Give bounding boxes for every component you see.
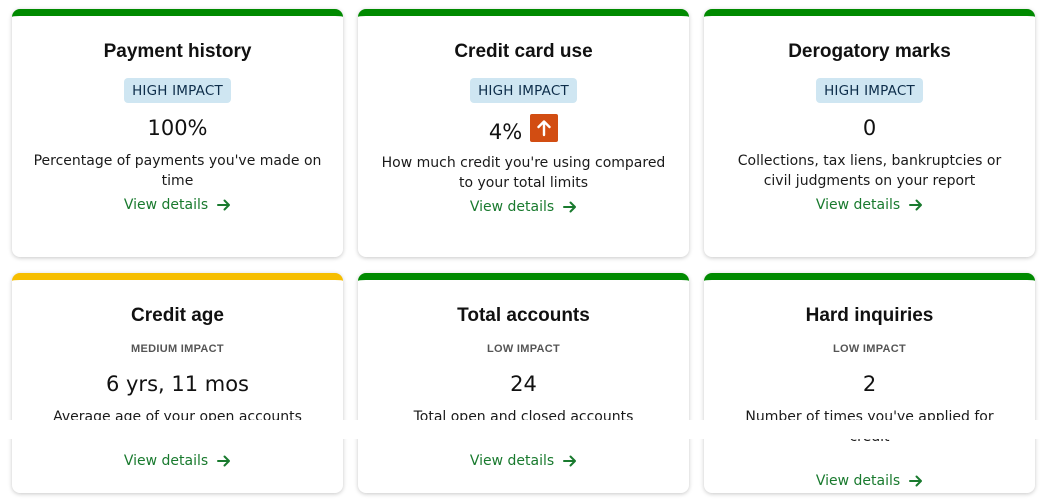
factor-card-derogatory-marks: Derogatory marks HIGH IMPACT 0 Collectio… — [704, 9, 1035, 257]
impact-label: LOW IMPACT — [832, 343, 907, 355]
impact-badge: HIGH IMPACT — [124, 78, 231, 103]
arrow-right-icon — [563, 201, 577, 213]
card-title: Credit age — [131, 305, 224, 326]
view-details-link[interactable]: View details — [470, 453, 577, 469]
impact-label: MEDIUM IMPACT — [131, 343, 224, 355]
view-details-label: View details — [123, 453, 209, 469]
factor-card-credit-card-use: Credit card use HIGH IMPACT 4% How much … — [358, 9, 689, 257]
value-row: 24 — [510, 372, 537, 396]
view-details-label: View details — [815, 473, 901, 489]
value-row: 0 — [863, 116, 876, 140]
view-details-label: View details — [123, 197, 209, 213]
view-details-label: View details — [469, 199, 555, 215]
card-title: Credit card use — [454, 41, 593, 62]
card-title: Total accounts — [457, 305, 590, 326]
arrow-right-icon — [217, 199, 231, 211]
factor-value: 4% — [488, 120, 523, 144]
arrow-up-icon — [530, 114, 559, 142]
card-title: Payment history — [103, 41, 252, 62]
view-details-label: View details — [815, 197, 901, 213]
white-overlay-band — [0, 420, 1051, 439]
arrow-right-icon — [909, 199, 923, 211]
impact-label: LOW IMPACT — [486, 343, 561, 355]
impact-badge: HIGH IMPACT — [816, 78, 923, 103]
view-details-link[interactable]: View details — [816, 473, 923, 489]
value-row: 6 yrs, 11 mos — [106, 372, 249, 396]
view-details-link[interactable]: View details — [124, 453, 231, 469]
value-row: 2 — [863, 372, 876, 396]
factor-value: 24 — [510, 372, 537, 396]
view-details-link[interactable]: View details — [124, 197, 231, 213]
factor-description: Collections, tax liens, bankruptcies or … — [737, 153, 1002, 189]
value-row: 100% — [147, 116, 207, 140]
factor-value: 2 — [862, 372, 877, 396]
arrow-right-icon — [563, 455, 577, 467]
factor-card-payment-history: Payment history HIGH IMPACT 100% Percent… — [12, 9, 343, 257]
value-row: 4% — [488, 112, 559, 144]
factor-value: 6 yrs, 11 mos — [105, 372, 250, 396]
view-details-label: View details — [469, 453, 555, 469]
view-details-link[interactable]: View details — [470, 199, 577, 215]
factor-card-hard-inquiries: Hard inquiries LOW IMPACT 2 Number of ti… — [704, 273, 1035, 493]
view-details-link[interactable]: View details — [816, 197, 923, 213]
card-title: Derogatory marks — [788, 41, 951, 62]
factor-value: 0 — [862, 116, 877, 140]
factor-card-total-accounts: Total accounts LOW IMPACT 24 Total open … — [358, 273, 689, 493]
factor-card-credit-age: Credit age MEDIUM IMPACT 6 yrs, 11 mos A… — [12, 273, 343, 493]
card-title: Hard inquiries — [805, 305, 934, 326]
factor-description: How much credit you're using compared to… — [381, 155, 666, 191]
impact-badge: HIGH IMPACT — [470, 78, 577, 103]
factor-value: 100% — [147, 116, 208, 140]
factor-description: Percentage of payments you've made on ti… — [33, 153, 322, 189]
arrow-right-icon — [909, 475, 923, 487]
arrow-right-icon — [217, 455, 231, 467]
